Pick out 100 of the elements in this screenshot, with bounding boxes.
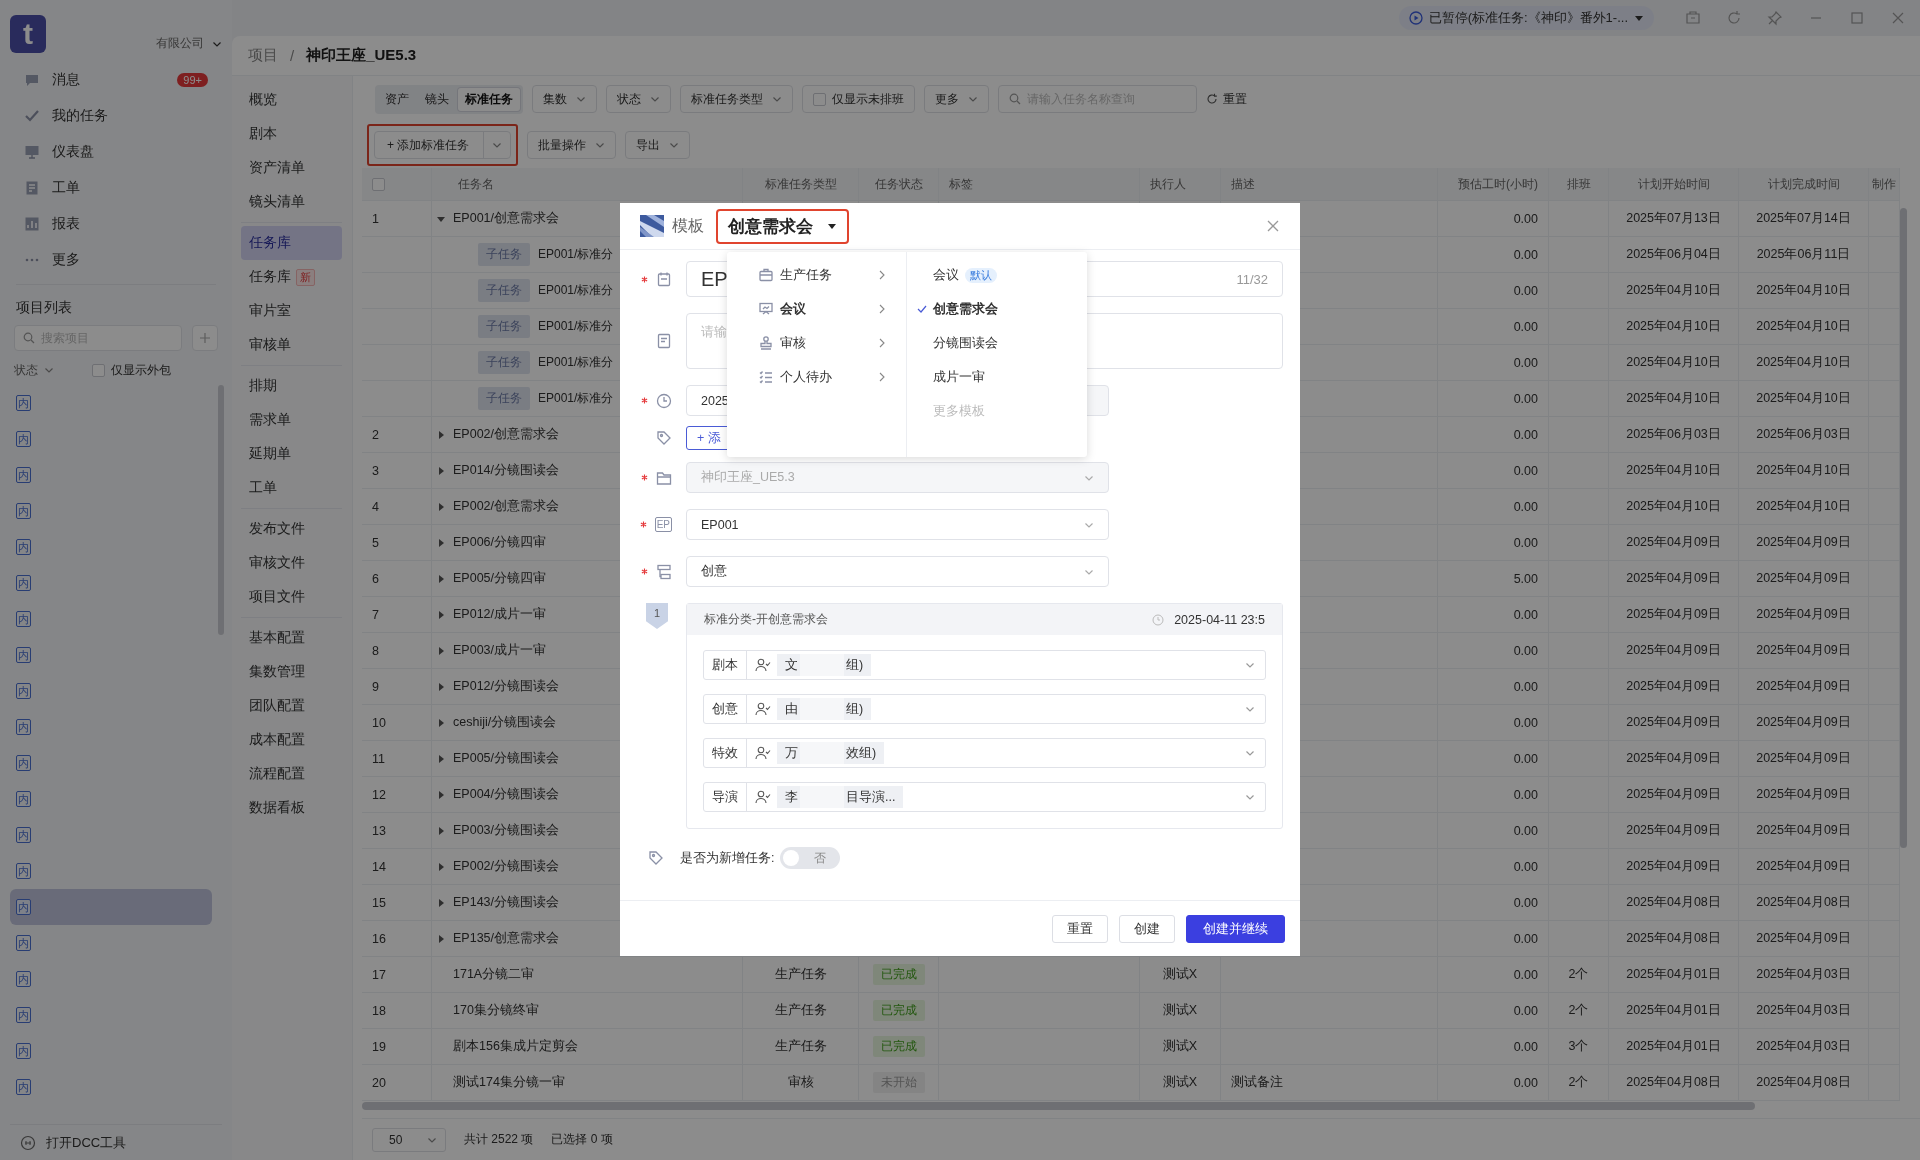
toggle-switch[interactable]: 否 xyxy=(780,847,841,869)
assignee-select[interactable]: 导演 李 目导演... xyxy=(703,782,1266,812)
sidebar-item[interactable]: 仪表盘 xyxy=(10,134,222,170)
filter-dropdown[interactable]: 标准任务类型 xyxy=(680,85,793,113)
project-list-item[interactable]: 内 xyxy=(10,997,212,1033)
task-name[interactable]: EP006/分镜四审 xyxy=(453,534,546,551)
caret-icon[interactable] xyxy=(436,933,446,944)
breadcrumb-link[interactable]: 项目 xyxy=(248,46,278,65)
caret-icon[interactable] xyxy=(436,501,446,512)
task-name[interactable]: EP002/创意需求会 xyxy=(453,498,559,515)
sidebar-item[interactable]: 工单 xyxy=(10,170,222,206)
project-list-item[interactable]: 内 xyxy=(10,925,212,961)
task-name[interactable]: 剧本156集成片定剪会 xyxy=(453,1038,578,1055)
task-name[interactable]: EP005/分镜围读会 xyxy=(453,750,559,767)
project-list-item[interactable]: 内 xyxy=(10,457,212,493)
caret-icon[interactable] xyxy=(436,645,446,656)
task-status-pill[interactable]: 已暂停(标准任务:《神印》番外1-... xyxy=(1398,6,1654,30)
task-name[interactable]: 测试174集分镜一审 xyxy=(453,1074,565,1091)
dialog-button[interactable]: 重置 xyxy=(1052,914,1108,943)
menu-item[interactable]: 个人待办 xyxy=(727,360,906,394)
task-name[interactable]: 170集分镜终审 xyxy=(453,1002,539,1019)
nav-item[interactable]: 审核单 xyxy=(241,328,342,362)
task-name[interactable]: EP004/分镜围读会 xyxy=(453,786,559,803)
nav-item[interactable]: 延期单 xyxy=(241,437,342,471)
task-name[interactable]: EP002/分镜围读会 xyxy=(453,858,559,875)
menu-item[interactable]: 会议 默认 xyxy=(907,258,1087,292)
sidebar-item[interactable]: 更多 xyxy=(10,242,222,278)
segment-tab[interactable]: 资产 xyxy=(378,87,416,111)
batch-dropdown[interactable]: 批量操作 xyxy=(527,131,617,159)
task-name[interactable]: EP001/标准分 xyxy=(538,318,614,335)
select-field[interactable]: EP001 xyxy=(686,509,1109,540)
task-name[interactable]: ceshiji/分镜围读会 xyxy=(453,714,557,731)
nav-item[interactable]: 项目文件 xyxy=(241,580,342,614)
menu-item[interactable]: 分镜围读会 xyxy=(907,326,1087,360)
task-name[interactable]: EP002/创意需求会 xyxy=(453,426,559,443)
caret-icon[interactable] xyxy=(436,537,446,548)
segment-tab[interactable]: 镜头 xyxy=(418,87,456,111)
nav-item[interactable]: 流程配置 xyxy=(241,757,342,791)
task-name[interactable]: EP001/创意需求会 xyxy=(453,210,559,227)
project-list-item[interactable]: 内 xyxy=(10,601,212,637)
task-name[interactable]: EP003/分镜围读会 xyxy=(453,822,559,839)
caret-icon[interactable] xyxy=(436,789,446,800)
company-switcher[interactable]: 有限公司 xyxy=(156,35,222,52)
caret-icon[interactable] xyxy=(436,573,446,584)
dialog-button[interactable]: 创建 xyxy=(1119,914,1175,943)
nav-item[interactable]: 团队配置 xyxy=(241,689,342,723)
task-name[interactable]: EP143/分镜围读会 xyxy=(453,894,559,911)
caret-icon[interactable] xyxy=(436,609,446,620)
menu-item[interactable]: 创意需求会 xyxy=(907,292,1087,326)
nav-item[interactable]: 任务库 新 xyxy=(241,260,342,294)
task-name[interactable]: EP012/分镜围读会 xyxy=(453,678,559,695)
task-name[interactable]: EP012/成片一审 xyxy=(453,606,546,623)
nav-item[interactable]: 集数管理 xyxy=(241,655,342,689)
caret-icon[interactable] xyxy=(436,429,446,440)
menu-item[interactable]: 成片一审 xyxy=(907,360,1087,394)
menu-item[interactable]: 审核 xyxy=(727,326,906,360)
status-filter[interactable]: 状态 xyxy=(14,361,54,379)
checkbox[interactable] xyxy=(92,363,105,377)
nav-item[interactable]: 需求单 xyxy=(241,403,342,437)
task-name[interactable]: EP001/标准分 xyxy=(538,246,614,263)
primary-button[interactable]: 创建并继续 xyxy=(1186,914,1285,943)
project-list-item[interactable]: 内 xyxy=(10,961,212,997)
task-name[interactable]: EP003/成片一审 xyxy=(453,642,546,659)
caret-icon[interactable] xyxy=(436,861,446,872)
project-list-item[interactable]: 内 xyxy=(10,1033,212,1069)
assignee-select[interactable]: 特效 万 效组) xyxy=(703,738,1266,768)
project-list-item[interactable]: 内 xyxy=(10,529,212,565)
assignee-select[interactable]: 创意 由 组) xyxy=(703,694,1266,724)
menu-item[interactable]: 会议 xyxy=(727,292,906,326)
nav-item[interactable]: 任务库 xyxy=(241,226,342,260)
filter-dropdown[interactable]: 集数 xyxy=(532,85,597,113)
project-list-item[interactable]: 内 xyxy=(10,637,212,673)
project-list-item[interactable]: 内 xyxy=(10,745,212,781)
nav-item[interactable]: 审片室 xyxy=(241,294,342,328)
nav-item[interactable]: 数据看板 xyxy=(241,791,342,825)
filter-dropdown[interactable]: 状态 xyxy=(606,85,671,113)
nav-item[interactable]: 成本配置 xyxy=(241,723,342,757)
task-name[interactable]: 171A分镜二审 xyxy=(453,966,535,983)
nav-item[interactable]: 基本配置 xyxy=(241,621,342,655)
sidebar-item[interactable]: 我的任务 xyxy=(10,98,222,134)
project-list-item[interactable]: 内 xyxy=(10,1069,212,1105)
scrollbar[interactable] xyxy=(362,1102,1755,1110)
more-dropdown[interactable]: 更多 xyxy=(924,85,989,113)
project-list-item[interactable]: 内 xyxy=(10,493,212,529)
task-name[interactable]: EP001/标准分 xyxy=(538,282,614,299)
close-icon[interactable] xyxy=(1266,219,1280,233)
nav-item[interactable]: 发布文件 xyxy=(241,512,342,546)
nav-item[interactable]: 工单 xyxy=(241,471,342,505)
project-list-item[interactable]: 内 xyxy=(10,421,212,457)
segment-tab[interactable]: 标准任务 xyxy=(458,87,520,111)
nav-item[interactable]: 概览 xyxy=(241,83,342,117)
task-name[interactable]: EP135/创意需求会 xyxy=(453,930,559,947)
project-list-item[interactable]: 内 xyxy=(10,781,212,817)
menu-item[interactable]: 生产任务 xyxy=(727,258,906,292)
nav-item[interactable]: 镜头清单 xyxy=(241,185,342,219)
reset-button[interactable]: 重置 xyxy=(1206,90,1247,108)
task-name[interactable]: EP005/分镜四审 xyxy=(453,570,546,587)
task-name[interactable]: EP014/分镜围读会 xyxy=(453,462,559,479)
scrollbar[interactable] xyxy=(1900,208,1907,848)
project-list-item[interactable]: 内 xyxy=(10,817,212,853)
